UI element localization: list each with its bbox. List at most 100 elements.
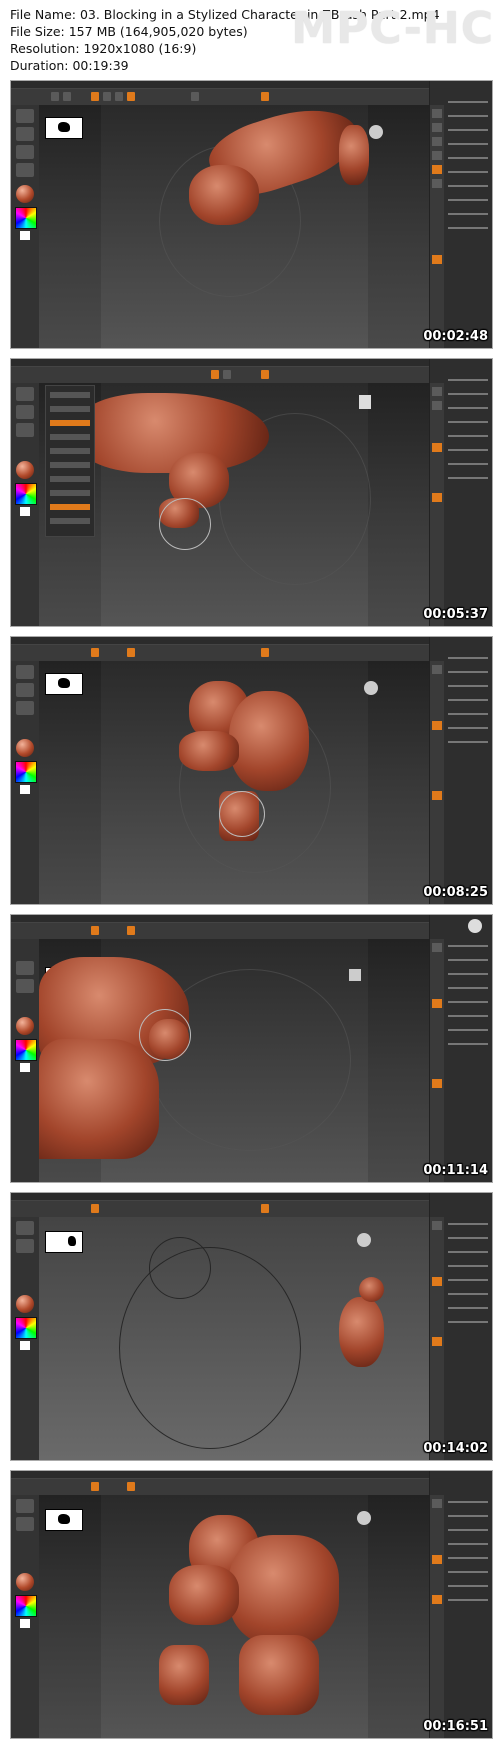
mrgb-button[interactable] [127,926,135,935]
color-picker-icon[interactable] [15,1039,37,1061]
bpr-button[interactable] [432,387,442,396]
navigation-cube-icon[interactable] [45,117,83,139]
tool-sphere-icon[interactable] [468,919,482,933]
polyf-button[interactable] [432,1595,442,1604]
secondary-color-swatch[interactable] [20,507,30,516]
stroke-icon[interactable] [16,683,34,697]
material-ball-icon[interactable] [16,185,34,203]
menu-bar[interactable] [11,1193,492,1201]
bpr-button[interactable] [432,1221,442,1230]
bpr-button[interactable] [432,943,442,952]
menu-bar[interactable] [11,81,492,89]
navigation-cube-icon[interactable] [45,1509,83,1531]
brush-icon[interactable] [16,387,34,401]
bpr-button[interactable] [432,109,442,118]
mrgb-button[interactable] [127,1482,135,1491]
edit-button[interactable] [91,1204,99,1213]
polyf-button[interactable] [432,1337,442,1346]
draw-size-slider[interactable] [261,648,269,657]
polyf-button[interactable] [432,1079,442,1088]
viewport-canvas[interactable] [39,1217,430,1460]
color-picker-icon[interactable] [15,207,37,229]
persp-button[interactable] [432,1277,442,1286]
mrgb-button[interactable] [127,92,135,101]
alpha-icon[interactable] [16,145,34,159]
material-ball-icon[interactable] [16,739,34,757]
stroke-icon[interactable] [16,1239,34,1253]
color-picker-icon[interactable] [15,483,37,505]
polyf-button[interactable] [432,255,442,264]
transpose-gizmo-icon[interactable] [139,1009,191,1061]
stroke-icon[interactable] [16,961,34,975]
alpha-icon[interactable] [16,701,34,715]
toolbar-button[interactable] [261,370,269,379]
transpose-gizmo-icon[interactable] [219,791,265,837]
secondary-color-swatch[interactable] [20,785,30,794]
gizmo-sphere-icon[interactable] [359,395,371,409]
floor-button[interactable] [432,179,442,188]
draw-button[interactable] [103,92,111,101]
brush-icon[interactable] [16,665,34,679]
secondary-color-swatch[interactable] [20,1619,30,1628]
edit-button[interactable] [91,926,99,935]
mrgb-button[interactable] [127,648,135,657]
brush-icon[interactable] [16,109,34,123]
persp-button[interactable] [432,1555,442,1564]
spix-button[interactable] [432,401,442,410]
bpr-button[interactable] [432,665,442,674]
brush-icon[interactable] [16,1221,34,1235]
viewport-canvas[interactable] [39,93,430,348]
edit-button[interactable] [91,1482,99,1491]
edit-button[interactable] [91,92,99,101]
draw-size-slider[interactable] [261,1204,269,1213]
gizmo-sphere-icon[interactable] [369,125,383,139]
draw-size-slider[interactable] [261,92,269,101]
viewport-canvas[interactable] [39,383,430,626]
menu-bar[interactable] [11,637,492,645]
viewport-canvas[interactable] [39,661,430,904]
zoom-button[interactable] [432,151,442,160]
spix-button[interactable] [432,123,442,132]
gizmo-cube-icon[interactable] [349,969,361,981]
stroke-icon[interactable] [16,1517,34,1531]
material-ball-icon[interactable] [16,1017,34,1035]
transpose-gizmo-icon[interactable] [159,498,211,550]
zadd-button[interactable] [191,92,199,101]
color-picker-icon[interactable] [15,1317,37,1339]
persp-button[interactable] [432,443,442,452]
gizmo-sphere-icon[interactable] [357,1511,371,1525]
toolbar-button[interactable] [223,370,231,379]
persp-button[interactable] [432,999,442,1008]
material-ball-icon[interactable] [16,1295,34,1313]
toolbar-button[interactable] [211,370,219,379]
color-picker-icon[interactable] [15,761,37,783]
navigation-cube-icon[interactable] [45,1231,83,1253]
persp-button[interactable] [432,165,442,174]
scroll-button[interactable] [432,137,442,146]
secondary-color-swatch[interactable] [20,231,30,240]
viewport-canvas[interactable] [39,1495,430,1738]
secondary-color-swatch[interactable] [20,1063,30,1072]
navigation-cube-icon[interactable] [45,673,83,695]
material-ball-icon[interactable] [16,1573,34,1591]
secondary-color-swatch[interactable] [20,1341,30,1350]
material-ball-icon[interactable] [16,461,34,479]
move-button[interactable] [115,92,123,101]
menu-bar[interactable] [11,1471,492,1479]
color-picker-icon[interactable] [15,1595,37,1617]
menu-bar[interactable] [11,915,492,923]
stroke-icon[interactable] [16,405,34,419]
persp-button[interactable] [432,721,442,730]
alpha-icon[interactable] [16,979,34,993]
alpha-icon[interactable] [16,423,34,437]
gizmo-sphere-icon[interactable] [357,1233,371,1247]
stroke-icon[interactable] [16,127,34,141]
edit-button[interactable] [91,648,99,657]
toolbar-button[interactable] [63,92,71,101]
polyf-button[interactable] [432,791,442,800]
toolbar-button[interactable] [51,92,59,101]
bpr-button[interactable] [432,1499,442,1508]
viewport-canvas[interactable] [39,939,430,1182]
polyf-button[interactable] [432,493,442,502]
gizmo-sphere-icon[interactable] [364,681,378,695]
